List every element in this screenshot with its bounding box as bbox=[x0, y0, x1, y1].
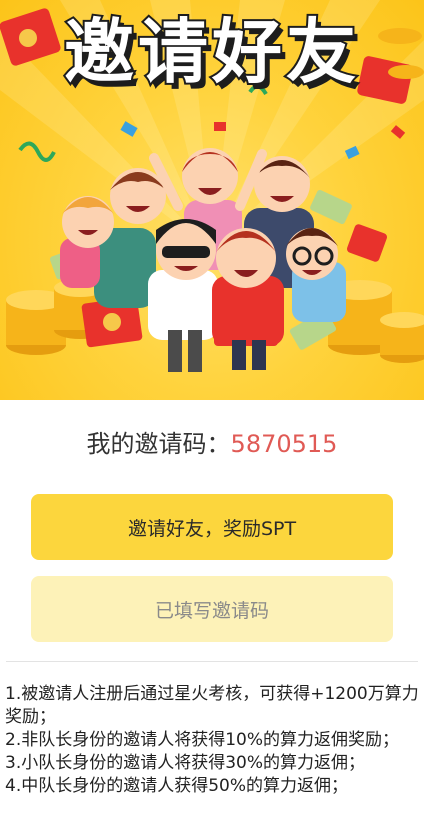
divider bbox=[6, 661, 418, 662]
rule-item: 3.小队长身份的邀请人将获得30%的算力返佣； bbox=[5, 753, 366, 773]
invite-code-row: 我的邀请码：5870515 bbox=[0, 424, 424, 464]
invite-code-filled-button[interactable]: 已填写邀请码 bbox=[31, 576, 393, 642]
rule-item: 4.中队长身份的邀请人获得50%的算力返佣； bbox=[5, 776, 349, 796]
invite-banner: 邀请好友 bbox=[0, 0, 424, 400]
invite-friends-button-label: 邀请好友，奖励SPT bbox=[127, 517, 297, 540]
reward-rules-list: 1.被邀请人注册后通过星火考核，可获得+1200万算力奖励； 2.非队长身份的邀… bbox=[5, 683, 419, 798]
rule-item: 1.被邀请人注册后通过星火考核，可获得+1200万算力奖励； bbox=[5, 684, 419, 727]
invite-friends-button[interactable]: 邀请好友，奖励SPT bbox=[31, 494, 393, 560]
invite-code-label: 我的邀请码： bbox=[86, 430, 231, 458]
banner-title: 邀请好友 bbox=[62, 9, 360, 95]
rule-item: 2.非队长身份的邀请人将获得10%的算力返佣奖励； bbox=[5, 730, 400, 750]
invite-code-value: 5870515 bbox=[230, 430, 338, 458]
invite-code-filled-button-label: 已填写邀请码 bbox=[154, 599, 269, 622]
invite-page: 邀请好友 我的邀请码：5870515 邀请好友，奖励SPT 已填写邀请码 1.被… bbox=[0, 0, 424, 840]
